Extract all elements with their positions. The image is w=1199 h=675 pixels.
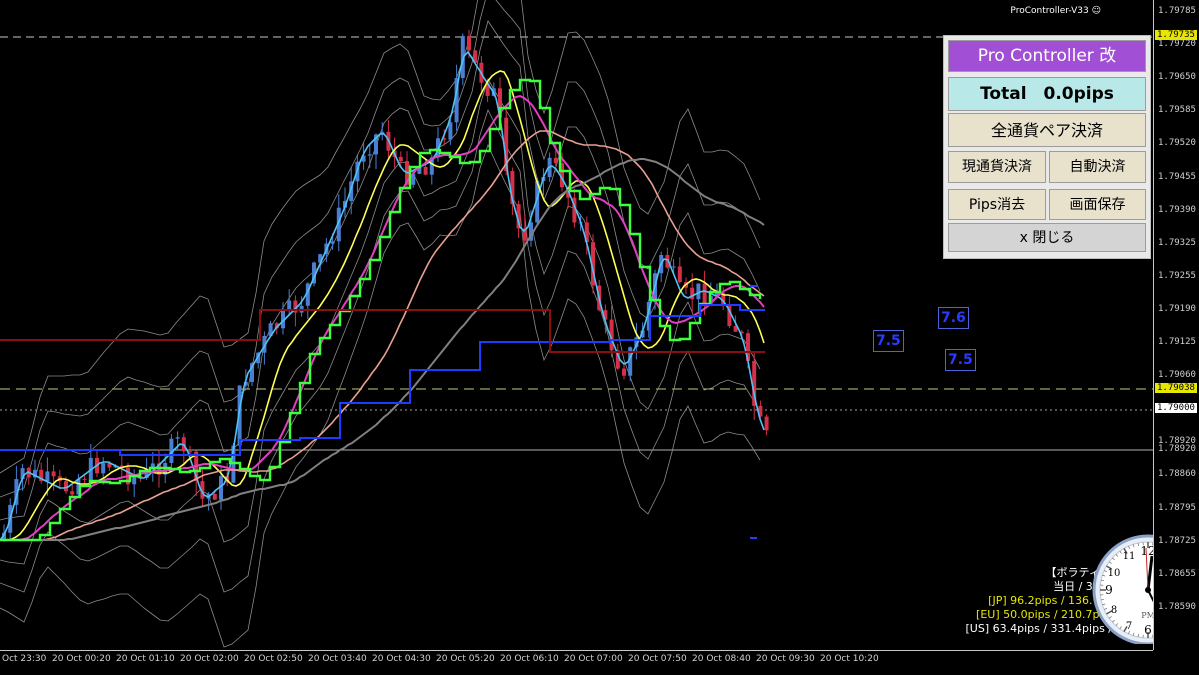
price-tick-label: 1.79785 (1158, 6, 1196, 16)
price-tick-label: 1.78725 (1158, 536, 1196, 546)
candle-body (101, 463, 105, 473)
candle-body (213, 494, 217, 500)
price-tick-label: 1.79720 (1158, 39, 1196, 49)
candle-body (287, 301, 291, 310)
price-tick-label: 1.78590 (1158, 602, 1196, 612)
time-tick-label: 20 Oct 06:10 (500, 654, 559, 664)
current-price-label: 1.79038 (1155, 383, 1197, 393)
price-tick-label: 1.79390 (1158, 205, 1196, 215)
pro-controller-panel: Pro Controller 改 Total 0.0pips 全通貨ペア決済 現… (943, 35, 1151, 259)
price-tick-label: 1.79520 (1158, 138, 1196, 148)
candle-body (622, 369, 626, 376)
total-pips-display: Total 0.0pips (948, 77, 1146, 111)
svg-text:7: 7 (1126, 621, 1132, 632)
close-all-pairs-button[interactable]: 全通貨ペア決済 (948, 113, 1146, 147)
time-tick-label: 20 Oct 10:20 (820, 654, 879, 664)
blue-step-line (0, 305, 765, 455)
price-tick-label: 1.79585 (1158, 105, 1196, 115)
candle-body (399, 157, 403, 161)
candle-body (678, 267, 682, 283)
save-screen-button[interactable]: 画面保存 (1049, 189, 1146, 220)
bb-lower-3 (0, 145, 760, 647)
chart-area[interactable]: ProController-V33 ☺ Pro Controller 改 Tot… (0, 0, 1153, 650)
candle-body (672, 267, 676, 268)
candle-body (703, 283, 707, 303)
svg-text:9: 9 (1105, 583, 1113, 597)
time-tick-label: 20 Oct 00:20 (52, 654, 111, 664)
price-tick-label: 1.78860 (1158, 469, 1196, 479)
svg-text:PM: PM (1141, 611, 1153, 620)
time-tick-label: Oct 23:30 (2, 654, 46, 664)
indicator-name-label: ProController-V33 ☺ (1010, 6, 1101, 16)
time-tick-label: 20 Oct 09:30 (756, 654, 815, 664)
time-tick-label: 20 Oct 03:40 (308, 654, 367, 664)
time-tick-label: 20 Oct 05:20 (436, 654, 495, 664)
candle-body (70, 491, 74, 494)
candle-body (83, 479, 87, 480)
candle-body (132, 476, 136, 484)
svg-text:6: 6 (1144, 623, 1152, 637)
time-tick-label: 20 Oct 01:10 (116, 654, 175, 664)
time-tick-label: 20 Oct 07:00 (564, 654, 623, 664)
svg-text:8: 8 (1111, 605, 1117, 616)
candle-body (52, 471, 56, 476)
price-tick-label: 1.79060 (1158, 370, 1196, 380)
close-current-pair-button[interactable]: 現通貨決済 (948, 151, 1046, 183)
candle-body (331, 241, 335, 243)
price-tick-label: 1.79325 (1158, 238, 1196, 248)
panel-title-button[interactable]: Pro Controller 改 (948, 40, 1146, 72)
hline-price-label: 1.78920 (1158, 444, 1196, 454)
candle-body (424, 167, 428, 175)
candle-body (765, 417, 769, 431)
time-tick-label: 20 Oct 08:40 (692, 654, 751, 664)
time-tick-label: 20 Oct 02:50 (244, 654, 303, 664)
candle-body (467, 36, 471, 50)
time-tick-label: 20 Oct 04:30 (372, 654, 431, 664)
close-panel-button[interactable]: x 閉じる (948, 223, 1146, 252)
price-tick-label: 1.79125 (1158, 337, 1196, 347)
price-tick-label: 1.79255 (1158, 271, 1196, 281)
price-tick-label: 1.79455 (1158, 172, 1196, 182)
level-label: 1.79000 (1155, 403, 1197, 413)
high-line-label: 1.79735 (1155, 30, 1197, 40)
time-tick-label: 20 Oct 02:00 (180, 654, 239, 664)
price-tick-label: 1.78795 (1158, 503, 1196, 513)
candle-body (64, 481, 68, 491)
candle-body (176, 437, 180, 438)
clock-icon: 12 3 6 9 11 1 10 2 8 4 7 5 PM (1092, 526, 1153, 644)
pips-box: 7.5 (873, 330, 904, 352)
time-axis: Oct 23:30 20 Oct 00:20 20 Oct 01:10 20 Oct … (0, 650, 1153, 675)
svg-text:10: 10 (1108, 568, 1121, 579)
candle-body (554, 158, 558, 163)
auto-close-button[interactable]: 自動決済 (1049, 151, 1146, 183)
candle-body (448, 122, 452, 139)
pips-box: 7.6 (938, 307, 969, 329)
price-tick-label: 1.79190 (1158, 304, 1196, 314)
pips-box: 7.5 (945, 349, 976, 371)
time-tick-label: 20 Oct 07:50 (628, 654, 687, 664)
smiley-icon: ☺ (1092, 6, 1101, 16)
bb-upper-1 (0, 21, 760, 520)
price-axis: 1.79785 1.79720 1.79650 1.79585 1.79520 1.794… (1153, 0, 1199, 650)
candle-body (368, 154, 372, 155)
delete-pips-button[interactable]: Pips消去 (948, 189, 1046, 220)
candle-body (45, 471, 49, 481)
price-tick-label: 1.78655 (1158, 569, 1196, 579)
svg-text:11: 11 (1123, 551, 1136, 562)
price-tick-label: 1.79650 (1158, 72, 1196, 82)
